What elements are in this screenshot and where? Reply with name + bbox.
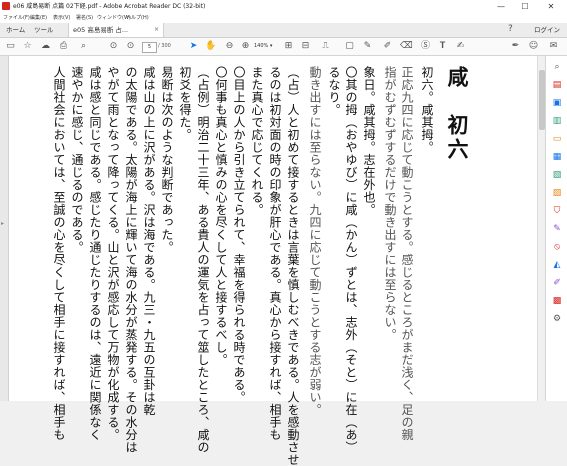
search-pane-icon[interactable]: ⌕ [551, 61, 563, 73]
text-line: 指がむずむずするだけで動き出すには至らない。 [383, 66, 397, 341]
comment-pane-icon[interactable]: ▭ [551, 133, 563, 145]
minimize-button[interactable]: — [490, 0, 512, 13]
page-total-label: / 300 [158, 43, 171, 49]
text-line: るのは初対面の時の印象が肝心である。真心から接すれば、相手も [268, 66, 282, 441]
text-line: また真心で応じてくれる。 [250, 66, 264, 216]
menu-help[interactable]: ヘルプ(H) [126, 13, 149, 23]
select-cursor-icon[interactable]: ➤ [188, 41, 199, 52]
text-line: 易断は次のような判断であった。 [160, 66, 174, 254]
prev-page-icon[interactable]: ⊙ [108, 41, 119, 52]
page-title: 咸 初六 [445, 66, 470, 162]
draw-icon[interactable]: ✐ [382, 41, 393, 52]
fill-and-sign-icon[interactable]: ✎ [551, 223, 563, 235]
zoom-level-value: 140% [254, 43, 269, 49]
expand-panel-icon[interactable]: ▸ [1, 220, 4, 227]
more-tools-icon[interactable]: ⚙ [551, 313, 563, 325]
text-line: 〇何事も真心と慎みの心を尽くして人と接するべし。 [214, 66, 228, 366]
login-button[interactable]: ログイン [534, 23, 560, 37]
text-line: 咸は山の上に沢がある。沢は海である。九三・九五の互卦は乾 [142, 66, 156, 416]
highlight-icon[interactable]: ✎ [362, 41, 373, 52]
edit-pdf-icon[interactable]: ▥ [551, 115, 563, 127]
title-bar: e06 咸島易断 点篇 02下経.pdf - Adobe Acrobat Rea… [0, 0, 567, 13]
rotate-icon[interactable]: ⎍ [320, 41, 331, 52]
tab-document[interactable]: e05 高島易断 占... [68, 23, 164, 37]
compress-icon[interactable]: ◭ [551, 259, 563, 271]
bookmark-star-icon[interactable]: ☆ [22, 41, 33, 52]
text-line: 〇目上の人から引き立てられて、幸福を得られる時である。 [232, 66, 246, 404]
menu-file[interactable]: ファイル(F) [3, 13, 30, 23]
save-icon[interactable]: ▭ [5, 41, 16, 52]
maximize-button[interactable]: ☐ [514, 0, 536, 13]
prepare-form-icon[interactable]: ▩ [551, 295, 563, 307]
window-title: e06 咸島易断 点篇 02下経.pdf - Adobe Acrobat Rea… [13, 3, 206, 10]
request-signature-icon[interactable]: ✐ [551, 277, 563, 289]
text-line: 咸は感と同じである。感じたり通じたりするのは、遠近に関係なく [88, 66, 102, 441]
close-window-button[interactable]: ✕ [540, 0, 562, 13]
help-icon[interactable]: ? [508, 24, 513, 34]
menu-view[interactable]: 表示(V) [53, 13, 70, 23]
export-pdf-icon[interactable]: ▤ [551, 79, 563, 91]
text-icon[interactable]: 𝐓 [437, 41, 448, 52]
scroll-mode-icon[interactable]: ⊟ [300, 41, 311, 52]
page-number-input[interactable]: 5 [142, 42, 157, 53]
zoom-level-dropdown[interactable]: 140% ▾ [254, 42, 276, 51]
text-line: の太陽である。太陽が海上に輝いて海の水分が蒸発する。その水分は [124, 66, 138, 454]
text-line: るなり。 [327, 66, 341, 116]
organize-pages-icon[interactable]: ▧ [551, 169, 563, 181]
menu-bar: ファイル(F) 編集(E) 表示(V) 署名(S) ウィンドウ(W) ヘルプ(H… [0, 13, 567, 23]
search-icon[interactable]: ⌕ [78, 41, 89, 52]
share-user-icon[interactable]: ☺ [528, 41, 539, 52]
zoom-out-icon[interactable]: ⊖ [224, 41, 235, 52]
text-line: 象日。咸其拇。志在外也。 [362, 66, 376, 216]
text-line: 動き出すには至らない。九四に応じて動こうとする志が弱い。 [308, 66, 322, 416]
close-tab-icon[interactable]: × [154, 26, 159, 33]
navigation-pane-strip[interactable]: ▸ [0, 56, 9, 401]
upload-cloud-icon[interactable]: ☁ [40, 41, 51, 52]
tab-tools[interactable]: ツール [34, 23, 54, 37]
fill-sign-icon[interactable]: ✒ [510, 41, 521, 52]
text-line: 人間社会においては、至誠の心を尽くして相手に接すれば、相手も [52, 66, 66, 441]
text-line: （占）人と初めて接するときは言葉を慎しむべきである。人を感動させ [286, 66, 300, 466]
mail-icon[interactable]: ✉ [548, 41, 559, 52]
stamp-icon[interactable]: Ⓢ [420, 41, 431, 52]
redact-icon[interactable]: ⦸ [551, 241, 563, 253]
text-line: 速やかに感じ、通じるのである。 [70, 66, 84, 254]
tab-home[interactable]: ホーム [6, 23, 25, 37]
tools-pane: ⌕ ▤ ▣ ▥ ▭ ▦ ▧ ▨ ⛉ ✎ ⦸ ◭ ✐ ▩ ⚙ [545, 56, 567, 401]
text-line: やがて雨となって降ってくる。山と沢が感応して万物が化成する。 [106, 66, 120, 441]
text-line: 初六。咸其拇。 [420, 66, 434, 154]
text-line: 初爻を得た。 [178, 66, 192, 141]
eraser-icon[interactable]: ⌫ [400, 41, 413, 52]
menu-sign[interactable]: 署名(S) [76, 13, 93, 23]
fit-page-icon[interactable]: ⊞ [283, 41, 294, 52]
tab-bar: ホーム ツール e05 高島易断 占... × ? ログイン [0, 23, 567, 38]
tab-document-label: e05 高島易断 占... [73, 26, 129, 34]
text-line: 正応九四に応じて動こうとする。感じるところがまだ浅く、足の親 [400, 66, 414, 441]
protect-icon[interactable]: ⛉ [551, 205, 563, 217]
text-line: 〇其の拇（おやゆび）に咸（かん）ずとは、志外（そと）に在（あ） [344, 66, 358, 454]
zoom-in-icon[interactable]: ⊕ [240, 41, 251, 52]
scan-ocr-icon[interactable]: ▨ [551, 187, 563, 199]
print-icon[interactable]: ⎙ [58, 41, 69, 52]
create-pdf-icon[interactable]: ▣ [551, 97, 563, 109]
hand-tool-icon[interactable]: ✋ [205, 41, 216, 52]
toolbar: ▭ ☆ ☁ ⎙ ⌕ ⊙ ⊙ 5 / 300 ➤ ✋ ⊖ ⊕ 140% ▾ ⊞ ⊟… [0, 38, 567, 56]
acrobat-app-icon [2, 2, 10, 10]
next-page-icon[interactable]: ⊙ [125, 41, 136, 52]
combine-files-icon[interactable]: ▦ [551, 151, 563, 163]
menu-edit[interactable]: 編集(E) [30, 13, 47, 23]
sign-icon[interactable]: ✍ [455, 41, 466, 52]
text-line: （占例）明治二十三年、ある貴人の運気を占って筮したところ、咸の [196, 66, 210, 454]
comment-icon[interactable]: ▢ [344, 41, 355, 52]
